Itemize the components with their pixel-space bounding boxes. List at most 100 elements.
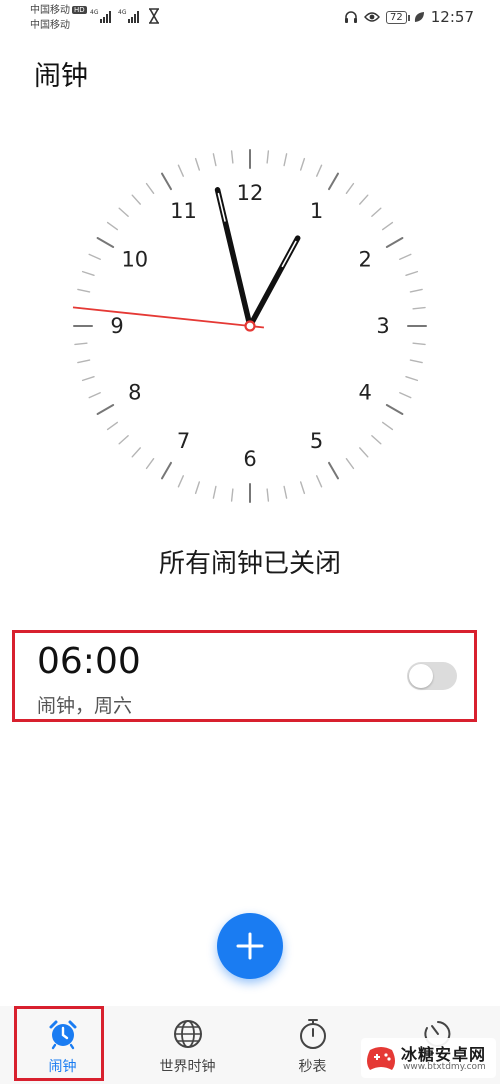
hd-badge: HD — [72, 6, 87, 14]
tab-world-clock-label: 世界时钟 — [159, 1059, 216, 1075]
clock-minor-tick — [409, 288, 423, 293]
clock-minor-tick — [194, 157, 201, 171]
clock-minor-tick — [381, 221, 394, 231]
clock-number-5: 5 — [310, 429, 323, 453]
clock-number-9: 9 — [110, 314, 123, 338]
alarm-item[interactable]: 06:00 闹钟，周六 — [12, 630, 477, 722]
clock-number-3: 3 — [376, 314, 389, 338]
clock-minor-tick — [81, 375, 95, 382]
clock-minor-tick — [88, 392, 101, 399]
clock-minor-tick — [212, 485, 217, 499]
carrier-1-label: 中国移动 — [30, 5, 70, 16]
clock-major-tick — [328, 461, 339, 480]
clock-center-pin — [244, 320, 256, 332]
clock-minor-tick — [345, 182, 355, 195]
clock-minor-tick — [409, 359, 423, 364]
clock-minor-tick — [118, 435, 129, 445]
clock-minor-tick — [131, 447, 141, 458]
clock-minor-tick — [283, 153, 288, 167]
eye-icon — [364, 12, 380, 22]
clock-number-8: 8 — [128, 381, 141, 405]
clock-major-tick — [96, 404, 115, 415]
clock-minor-tick — [399, 253, 412, 260]
clock-major-tick — [161, 461, 172, 480]
all-alarms-off-text: 所有闹钟已关闭 — [158, 549, 341, 579]
clock-minor-tick — [145, 182, 155, 195]
clock-minor-tick — [266, 150, 270, 164]
status-right: 72 12:57 — [344, 8, 474, 26]
clock-minor-tick — [77, 359, 91, 364]
clock-major-tick — [328, 172, 339, 191]
clock-minor-tick — [77, 288, 91, 293]
nav-highlight-box — [14, 1006, 104, 1081]
clock-minor-tick — [106, 221, 119, 231]
clock-minor-tick — [212, 153, 217, 167]
plus-icon — [236, 932, 264, 960]
status-bar: 中国移动 HD 中国移动 4G 4G 72 12:57 — [0, 0, 500, 36]
clock-number-1: 1 — [310, 199, 323, 223]
clock-number-12: 12 — [237, 181, 264, 205]
clock-minor-tick — [230, 150, 234, 164]
clock-major-tick — [385, 237, 404, 248]
tab-stopwatch-label: 秒表 — [298, 1059, 327, 1075]
clock-minor-tick — [145, 457, 155, 470]
clock-minor-tick — [177, 475, 184, 488]
clock-minor-tick — [359, 194, 369, 205]
clock-minor-tick — [371, 435, 382, 445]
hourglass-icon — [149, 8, 159, 24]
clock-number-6: 6 — [243, 447, 256, 471]
clock-minor-tick — [405, 375, 419, 382]
headphones-icon — [345, 11, 358, 23]
watermark-url: www.btxtdmy.com — [403, 1062, 486, 1072]
clock-minor-tick — [316, 475, 323, 488]
svg-text:4G: 4G — [118, 9, 127, 16]
gamepad-logo-icon — [367, 1047, 395, 1070]
clock-minor-tick — [131, 194, 141, 205]
alarm-subtitle: 闹钟，周六 — [37, 695, 133, 717]
globe-icon — [174, 1020, 202, 1048]
clock-minor-tick — [177, 164, 184, 177]
clock-minor-tick — [74, 342, 88, 346]
clock-minor-tick — [194, 481, 201, 495]
signal-icon: 4G — [90, 9, 111, 23]
clock-minor-tick — [405, 270, 419, 277]
clock-minor-tick — [381, 421, 394, 431]
clock-major-tick — [96, 237, 115, 248]
clock-minor-tick — [230, 488, 234, 502]
clock-major-tick — [161, 172, 172, 191]
tab-world-clock[interactable]: 世界时钟 — [125, 1006, 250, 1084]
toggle-knob — [409, 664, 433, 688]
status-time: 12:57 — [430, 8, 474, 26]
clock-minor-tick — [316, 164, 323, 177]
tab-stopwatch[interactable]: 秒表 — [250, 1006, 375, 1084]
watermark: 冰糖安卓网 www.btxtdmy.com — [361, 1038, 496, 1078]
clock-number-2: 2 — [358, 248, 371, 272]
clock-minor-tick — [299, 481, 306, 495]
clock-number-7: 7 — [177, 429, 190, 453]
second-hand — [72, 306, 265, 329]
alarm-toggle[interactable] — [407, 662, 457, 690]
signal-icon: 4G — [118, 9, 139, 23]
clock-minor-tick — [299, 157, 306, 171]
clock-minor-tick — [412, 342, 426, 346]
clock-number-11: 11 — [170, 199, 197, 223]
clock-minor-tick — [81, 270, 95, 277]
clock-minor-tick — [88, 253, 101, 260]
hour-hand — [247, 235, 301, 329]
clock-number-4: 4 — [358, 381, 371, 405]
clock-minor-tick — [345, 457, 355, 470]
clock-number-10: 10 — [121, 248, 148, 272]
svg-text:4G: 4G — [90, 9, 99, 16]
alarm-time: 06:00 — [37, 641, 141, 682]
clock-minor-tick — [266, 488, 270, 502]
minute-hand — [214, 187, 253, 329]
clock-minor-tick — [371, 207, 382, 217]
clock-minor-tick — [283, 485, 288, 499]
carrier-2: 中国移动 — [30, 20, 70, 31]
clock-minor-tick — [359, 447, 369, 458]
stopwatch-icon — [300, 1019, 326, 1049]
battery-icon: 72 — [386, 10, 410, 24]
clock-minor-tick — [118, 207, 129, 217]
clock-minor-tick — [106, 421, 119, 431]
add-alarm-button[interactable] — [217, 913, 283, 979]
